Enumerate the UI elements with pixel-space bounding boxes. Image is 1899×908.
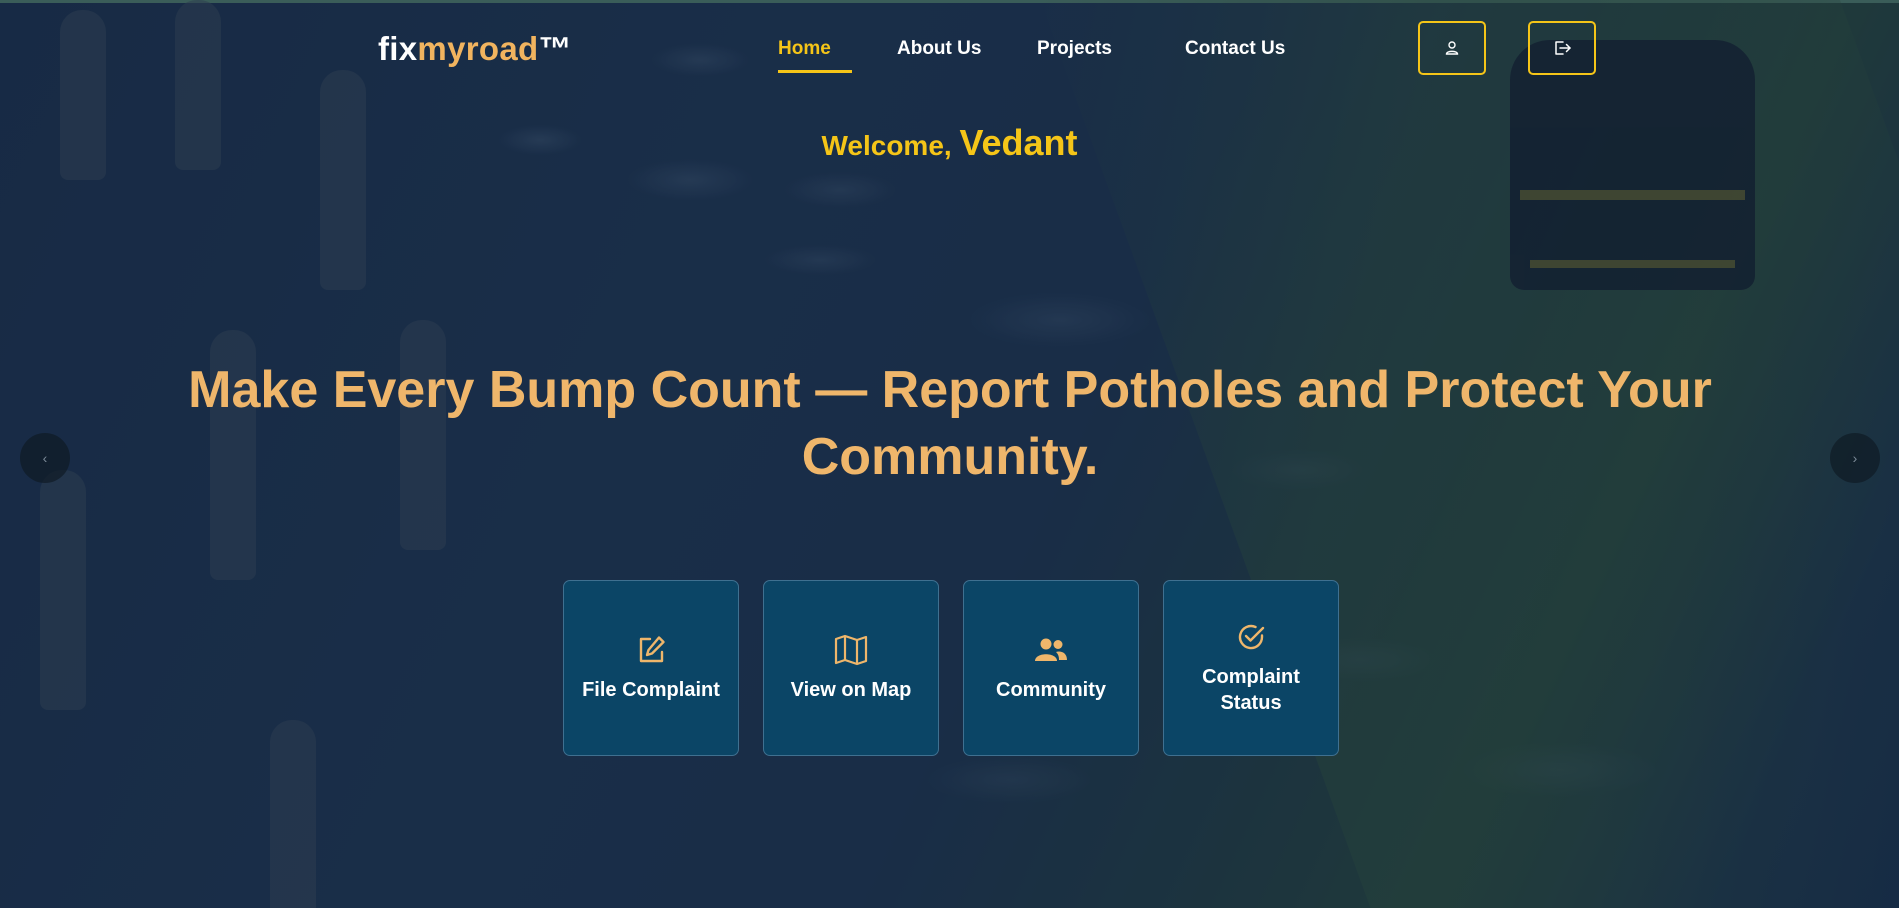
view-on-map-card[interactable]: View on Map — [763, 580, 939, 756]
check-circle-icon — [1234, 620, 1268, 654]
hero-headline: Make Every Bump Count — Report Potholes … — [188, 361, 1712, 486]
chevron-left-icon: ‹ — [42, 450, 48, 466]
community-card[interactable]: Community — [963, 580, 1139, 756]
card-label: Complaint Status — [1202, 666, 1300, 714]
welcome-message: Welcome, Vedant — [0, 122, 1899, 164]
logout-icon — [1555, 41, 1571, 55]
users-icon — [1034, 633, 1068, 667]
logo-trademark: ™ — [538, 30, 572, 67]
nav-contact-us[interactable]: Contact Us — [1185, 38, 1285, 60]
brand-logo[interactable]: fixmyroad™ — [378, 30, 572, 68]
user-icon — [1445, 41, 1459, 55]
welcome-user-name: Vedant — [959, 122, 1078, 163]
nav-about-us[interactable]: About Us — [897, 38, 981, 60]
map-icon — [834, 633, 868, 667]
logo-prefix: fix — [378, 30, 418, 67]
page: fixmyroad™ Home About Us Projects Contac… — [0, 0, 1899, 908]
nav-projects[interactable]: Projects — [1037, 38, 1112, 60]
action-cards: File Complaint View on Map Community Com… — [563, 580, 1339, 756]
card-label: Community — [996, 679, 1106, 701]
carousel-prev-button[interactable]: ‹ — [20, 433, 70, 483]
edit-icon — [634, 633, 668, 667]
card-label: File Complaint — [582, 679, 720, 701]
chevron-right-icon: › — [1852, 450, 1858, 466]
carousel-next-button[interactable]: › — [1830, 433, 1880, 483]
complaint-status-card[interactable]: Complaint Status — [1163, 580, 1339, 756]
file-complaint-card[interactable]: File Complaint — [563, 580, 739, 756]
nav-home[interactable]: Home — [778, 38, 831, 60]
nav-active-underline — [778, 70, 852, 73]
welcome-greeting: Welcome, — [821, 130, 960, 161]
logout-button[interactable] — [1528, 21, 1596, 75]
profile-button[interactable] — [1418, 21, 1486, 75]
logo-accent: myroad — [417, 30, 539, 67]
card-label: View on Map — [790, 679, 912, 701]
